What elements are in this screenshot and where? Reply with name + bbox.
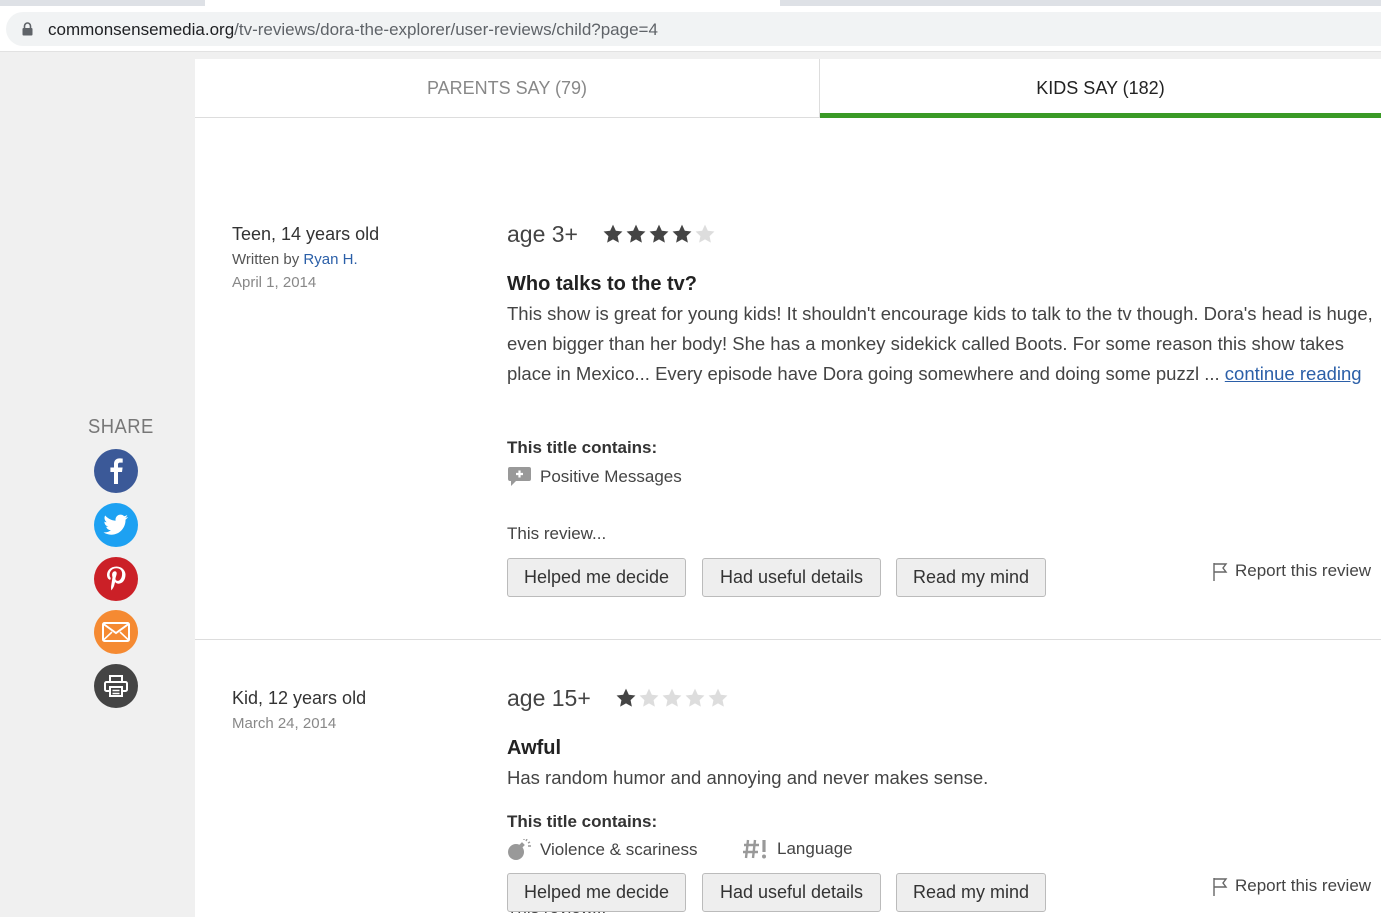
helped-me-decide-button[interactable]: Helped me decide (507, 558, 686, 597)
print-icon (104, 675, 128, 697)
topic-positive-messages[interactable]: Positive Messages (507, 466, 682, 487)
lock-icon (22, 22, 33, 36)
topic-language[interactable]: Language (743, 839, 853, 859)
title-contains-heading: This title contains: (507, 438, 658, 457)
language-icon (743, 839, 766, 859)
star-empty-icon (639, 688, 659, 707)
tab-kids-say[interactable]: KIDS SAY (182) (820, 59, 1381, 118)
share-label: SHARE (88, 416, 154, 438)
review-date: March 24, 2014 (232, 715, 337, 732)
star-rating (602, 223, 716, 245)
tab-parents-label: PARENTS SAY (79) (426, 77, 588, 98)
review-date: April 1, 2014 (232, 274, 317, 291)
flag-icon (1213, 877, 1228, 896)
star-empty-icon (662, 688, 682, 707)
read-my-mind-button[interactable]: Read my mind (896, 873, 1046, 912)
star-filled-icon (616, 688, 636, 707)
review-body: Has random humor and annoying and never … (507, 763, 1377, 793)
review-body: This show is great for young kids! It sh… (507, 299, 1377, 389)
report-label: Report this review (1235, 876, 1372, 895)
star-empty-icon (685, 688, 705, 707)
topic-label: Positive Messages (540, 466, 682, 486)
twitter-icon (103, 514, 128, 535)
url-field[interactable]: commonsensemedia.org/tv-reviews/dora-the… (6, 12, 1381, 46)
review-age: age 3+ (507, 221, 578, 247)
email-share-button[interactable] (94, 610, 138, 654)
star-empty-icon (708, 688, 728, 707)
report-review-link[interactable]: Report this review (1212, 561, 1371, 581)
helped-me-decide-button[interactable]: Helped me decide (507, 873, 686, 912)
facebook-share-button[interactable] (94, 449, 138, 493)
pinterest-share-button[interactable] (94, 557, 138, 601)
review-title: Who talks to the tv? (507, 273, 697, 295)
continue-reading-link[interactable]: continue reading (1225, 363, 1362, 384)
url-host: commonsensemedia.org (48, 20, 235, 39)
review-author: Kid, 12 years old (232, 688, 367, 708)
positive-messages-icon (508, 467, 531, 486)
written-by-prefix: Written by (232, 251, 304, 268)
star-filled-icon (649, 224, 669, 243)
star-filled-icon (603, 224, 623, 243)
topic-label: Violence & scariness (540, 840, 698, 859)
violence-bomb-icon (508, 839, 531, 860)
report-review-link[interactable]: Report this review (1212, 876, 1371, 896)
had-useful-details-button[interactable]: Had useful details (702, 558, 881, 597)
read-my-mind-button[interactable]: Read my mind (896, 558, 1046, 597)
flag-icon (1213, 562, 1228, 581)
url-path: /tv-reviews/dora-the-explorer/user-revie… (234, 20, 658, 39)
tab-kids-label: KIDS SAY (182) (1036, 77, 1165, 98)
topic-label: Language (777, 839, 853, 858)
this-review-label: This review... (507, 524, 607, 543)
pinterest-icon (107, 566, 126, 591)
reviews-panel: PARENTS SAY (79) KIDS SAY (182) Teen, 14… (195, 59, 1381, 917)
topic-violence-scariness[interactable]: Violence & scariness (507, 839, 698, 861)
review-body-text: Has random humor and annoying and never … (507, 767, 989, 788)
review-tabs: PARENTS SAY (79) KIDS SAY (182) (195, 59, 1381, 118)
star-filled-icon (626, 224, 646, 243)
twitter-share-button[interactable] (94, 503, 138, 547)
had-useful-details-button[interactable]: Had useful details (702, 873, 881, 912)
review-author: Teen, 14 years old (232, 224, 380, 244)
review-title: Awful (507, 737, 562, 759)
facebook-icon (110, 458, 123, 484)
star-empty-icon (695, 224, 715, 243)
title-contains-heading: This title contains: (507, 812, 658, 831)
email-icon (102, 622, 130, 642)
star-filled-icon (672, 224, 692, 243)
review-item: Teen, 14 years old Written by Ryan H. Ap… (195, 118, 1381, 640)
print-share-button[interactable] (94, 664, 138, 708)
star-rating (615, 687, 729, 709)
author-link[interactable]: Ryan H. (303, 251, 357, 268)
address-bar: commonsensemedia.org/tv-reviews/dora-the… (0, 6, 1381, 52)
written-by: Written by Ryan H. (232, 251, 358, 268)
report-label: Report this review (1235, 561, 1372, 580)
tab-parents-say[interactable]: PARENTS SAY (79) (195, 59, 820, 117)
url-text: commonsensemedia.org/tv-reviews/dora-the… (48, 20, 658, 40)
review-age: age 15+ (507, 685, 591, 711)
